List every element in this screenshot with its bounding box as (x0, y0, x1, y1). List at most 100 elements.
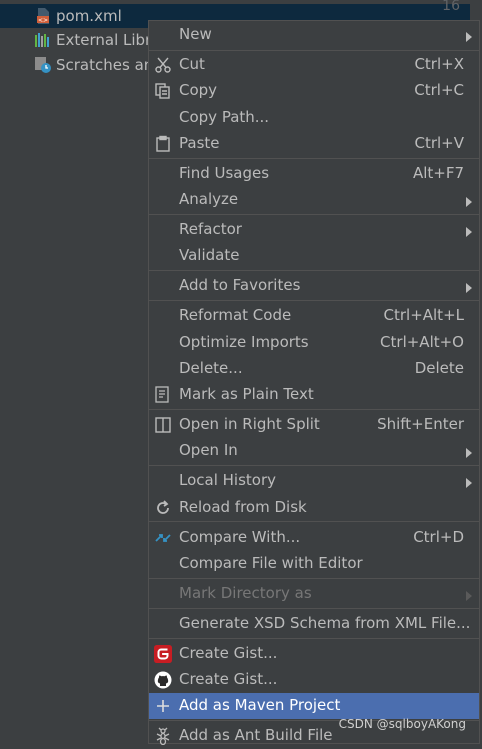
menu-item-new[interactable]: New (149, 22, 479, 48)
menu-item-refactor[interactable]: Refactor (149, 217, 479, 243)
menu-item-label: Copy Path... (179, 108, 270, 126)
tree-label: Scratches and (56, 56, 163, 74)
submenu-arrow-icon (466, 478, 472, 488)
menu-item-label: Copy (179, 81, 218, 99)
menu-item-label: Compare File with Editor (179, 554, 363, 572)
menu-item-open-in[interactable]: Open In (149, 438, 479, 464)
menu-item-copy[interactable]: Copy Ctrl+C (149, 78, 479, 104)
menu-separator (149, 465, 479, 466)
menu-separator (149, 608, 479, 609)
menu-item-label: Mark Directory as (179, 584, 312, 602)
menu-separator (149, 214, 479, 215)
shortcut-label: Alt+F7 (412, 164, 464, 182)
submenu-arrow-icon (466, 197, 472, 207)
menu-item-create-gist-gitee[interactable]: Create Gist... (149, 641, 479, 667)
submenu-arrow-icon (466, 227, 472, 237)
submenu-arrow-icon (466, 32, 472, 42)
shortcut-label: Shift+Enter (377, 415, 464, 433)
menu-item-compare-file-editor[interactable]: Compare File with Editor (149, 551, 479, 577)
context-menu: New Cut Ctrl+X Copy Ctrl+C Copy Path... (148, 20, 480, 745)
menu-item-label: Validate (179, 246, 240, 264)
menu-item-label: New (179, 25, 212, 43)
shortcut-label: Ctrl+V (414, 134, 464, 152)
copy-icon (154, 82, 172, 100)
menu-item-generate-xsd[interactable]: Generate XSD Schema from XML File... (149, 611, 479, 637)
ant-icon (154, 727, 172, 745)
shortcut-label: Ctrl+Alt+L (383, 306, 465, 324)
menu-separator (149, 521, 479, 522)
gitee-icon (154, 645, 172, 663)
menu-item-label: Create Gist... (179, 644, 278, 662)
menu-item-copy-path[interactable]: Copy Path... (149, 105, 479, 131)
tree-label: External Libra (56, 31, 161, 49)
reload-icon (154, 499, 172, 517)
menu-separator (149, 50, 479, 51)
libraries-icon (34, 31, 52, 49)
submenu-arrow-icon (466, 283, 472, 293)
menu-item-label: Analyze (179, 190, 239, 208)
line-number: 16 (442, 0, 460, 14)
plus-icon (154, 697, 172, 715)
menu-item-label: Open In (179, 441, 238, 459)
scissors-icon (154, 56, 172, 74)
menu-item-reformat-code[interactable]: Reformat Code Ctrl+Alt+L (149, 303, 479, 329)
menu-separator (149, 638, 479, 639)
menu-item-reload-from-disk[interactable]: Reload from Disk (149, 495, 479, 521)
shortcut-label: Ctrl+Alt+O (380, 333, 464, 351)
menu-item-add-to-favorites[interactable]: Add to Favorites (149, 273, 479, 299)
menu-item-compare-with[interactable]: Compare With... Ctrl+D (149, 525, 479, 551)
tree-label: pom.xml (56, 7, 122, 25)
maven-pom-icon: <> (34, 7, 52, 25)
menu-item-label: Add as Maven Project (179, 696, 341, 714)
menu-item-label: Paste (179, 134, 220, 152)
menu-item-label: Refactor (179, 220, 242, 238)
menu-item-label: Create Gist... (179, 670, 278, 688)
menu-item-delete[interactable]: Delete... Delete (149, 356, 479, 382)
menu-item-label: Open in Right Split (179, 415, 320, 433)
menu-item-analyze[interactable]: Analyze (149, 187, 479, 213)
menu-item-find-usages[interactable]: Find Usages Alt+F7 (149, 161, 479, 187)
watermark: CSDN @sqlboyAKong (338, 717, 466, 731)
menu-item-label: Optimize Imports (179, 333, 309, 351)
scratches-icon (34, 56, 52, 74)
menu-separator (149, 158, 479, 159)
menu-item-label: Delete... (179, 359, 243, 377)
compare-icon (154, 529, 172, 547)
menu-separator (149, 300, 479, 301)
shortcut-label: Ctrl+X (414, 55, 464, 73)
menu-item-paste[interactable]: Paste Ctrl+V (149, 131, 479, 157)
plain-text-icon (154, 386, 172, 404)
menu-item-create-gist-github[interactable]: Create Gist... (149, 667, 479, 693)
menu-item-label: Add as Ant Build File (179, 726, 333, 744)
menu-item-local-history[interactable]: Local History (149, 468, 479, 494)
shortcut-label: Ctrl+C (414, 81, 464, 99)
menu-item-mark-plain-text[interactable]: Mark as Plain Text (149, 382, 479, 408)
menu-item-validate[interactable]: Validate (149, 243, 479, 269)
menu-item-label: Cut (179, 55, 205, 73)
submenu-arrow-icon (466, 591, 472, 601)
shortcut-label: Ctrl+D (413, 528, 464, 546)
menu-item-label: Mark as Plain Text (179, 385, 314, 403)
submenu-arrow-icon (466, 448, 472, 458)
menu-item-label: Reformat Code (179, 306, 292, 324)
menu-item-label: Reload from Disk (179, 498, 307, 516)
menu-separator (149, 409, 479, 410)
menu-item-open-right-split[interactable]: Open in Right Split Shift+Enter (149, 412, 479, 438)
tree-item-external-libraries[interactable]: External Libra (0, 28, 160, 52)
svg-text:<>: <> (38, 17, 48, 24)
clipboard-icon (154, 135, 172, 153)
menu-item-optimize-imports[interactable]: Optimize Imports Ctrl+Alt+O (149, 330, 479, 356)
split-icon (154, 416, 172, 434)
menu-item-mark-directory: Mark Directory as (149, 581, 479, 607)
tree-item-scratches[interactable]: Scratches and (0, 53, 163, 77)
menu-item-label: Add to Favorites (179, 276, 301, 294)
menu-separator (149, 578, 479, 579)
menu-separator (149, 270, 479, 271)
menu-item-cut[interactable]: Cut Ctrl+X (149, 52, 479, 78)
menu-item-label: Find Usages (179, 164, 270, 182)
menu-item-label: Local History (179, 471, 277, 489)
menu-item-label: Generate XSD Schema from XML File... (179, 614, 471, 632)
menu-item-add-maven[interactable]: Add as Maven Project (149, 693, 479, 719)
shortcut-label: Delete (414, 359, 464, 377)
github-icon (154, 671, 172, 689)
